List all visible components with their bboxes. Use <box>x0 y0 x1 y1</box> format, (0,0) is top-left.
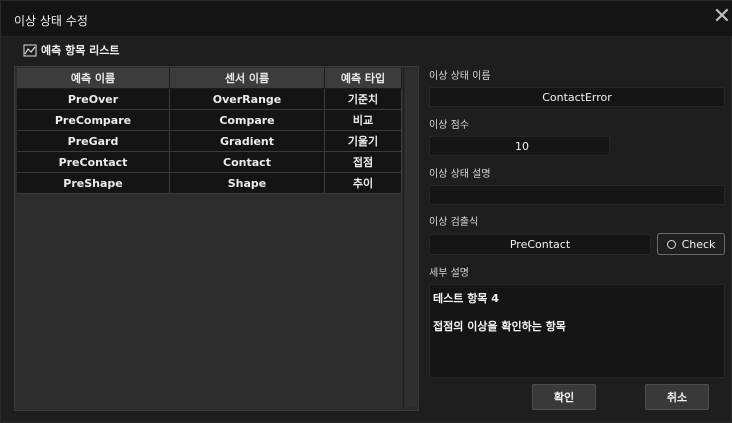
table-header: 예측 이름 센서 이름 예측 타입 <box>17 68 402 89</box>
cell-prediction-name: PreShape <box>17 173 170 193</box>
cell-sensor-name: Contact <box>170 152 325 172</box>
state-description-field[interactable] <box>429 185 725 205</box>
state-description-label: 이상 상태 설명 <box>429 169 491 180</box>
score-field[interactable]: 10 <box>429 136 610 156</box>
column-header-prediction-type[interactable]: 예측 타입 <box>325 68 402 88</box>
cell-prediction-type: 기준치 <box>325 89 402 109</box>
table-empty-area <box>17 196 402 409</box>
cell-prediction-type: 기울기 <box>325 131 402 151</box>
cell-prediction-type: 추이 <box>325 173 402 193</box>
detail-description-label: 세부 설명 <box>429 268 469 279</box>
prediction-list-title: 예측 항목 리스트 <box>41 44 120 57</box>
detail-description-line: 접점의 이상을 확인하는 항목 <box>433 320 566 333</box>
table-row[interactable]: PreCompare Compare 비교 <box>17 110 402 131</box>
check-button[interactable]: Check <box>657 233 725 255</box>
detection-expression-label: 이상 검출식 <box>429 217 479 228</box>
table-row[interactable]: PreGard Gradient 기울기 <box>17 131 402 152</box>
radio-circle-icon <box>666 239 676 249</box>
table-row[interactable]: PreShape Shape 추이 <box>17 173 402 194</box>
cancel-button[interactable]: 취소 <box>645 384 709 410</box>
scrollbar-track[interactable] <box>405 70 417 407</box>
cell-sensor-name: Gradient <box>170 131 325 151</box>
cell-prediction-name: PreContact <box>17 152 170 172</box>
title-bar: 이상 상태 수정 ✕ <box>1 1 732 37</box>
state-name-label: 이상 상태 이름 <box>429 71 491 82</box>
prediction-list-header: 예측 항목 리스트 <box>23 43 120 57</box>
column-header-prediction-name[interactable]: 예측 이름 <box>17 68 170 88</box>
table-vertical-scrollbar[interactable] <box>403 68 417 409</box>
cell-sensor-name: OverRange <box>170 89 325 109</box>
cell-sensor-name: Compare <box>170 110 325 130</box>
cell-prediction-type: 비교 <box>325 110 402 130</box>
cell-prediction-name: PreOver <box>17 89 170 109</box>
detail-description-line: 테스트 항목 4 <box>433 292 499 305</box>
dialog-title: 이상 상태 수정 <box>14 14 88 28</box>
detail-description-textarea[interactable]: 테스트 항목 4 접점의 이상을 확인하는 항목 <box>429 284 725 378</box>
prediction-table: 예측 이름 센서 이름 예측 타입 PreOver OverRange 기준치 … <box>14 66 419 411</box>
ok-button[interactable]: 확인 <box>532 384 596 410</box>
score-label: 이상 점수 <box>429 120 469 131</box>
cell-prediction-name: PreGard <box>17 131 170 151</box>
column-header-sensor-name[interactable]: 센서 이름 <box>170 68 325 88</box>
state-name-field[interactable]: ContactError <box>429 87 725 107</box>
edit-abnormal-state-dialog: 이상 상태 수정 ✕ 예측 항목 리스트 예측 이름 센서 이름 예측 타입 P… <box>0 0 732 423</box>
check-button-label: Check <box>681 237 716 251</box>
cell-sensor-name: Shape <box>170 173 325 193</box>
table-row[interactable]: PreOver OverRange 기준치 <box>17 89 402 110</box>
detection-expression-field[interactable]: PreContact <box>429 234 651 255</box>
table-row[interactable]: PreContact Contact 접점 <box>17 152 402 173</box>
cell-prediction-name: PreCompare <box>17 110 170 130</box>
close-icon[interactable]: ✕ <box>711 3 732 31</box>
cell-prediction-type: 접점 <box>325 152 402 172</box>
chart-list-icon <box>23 44 37 56</box>
